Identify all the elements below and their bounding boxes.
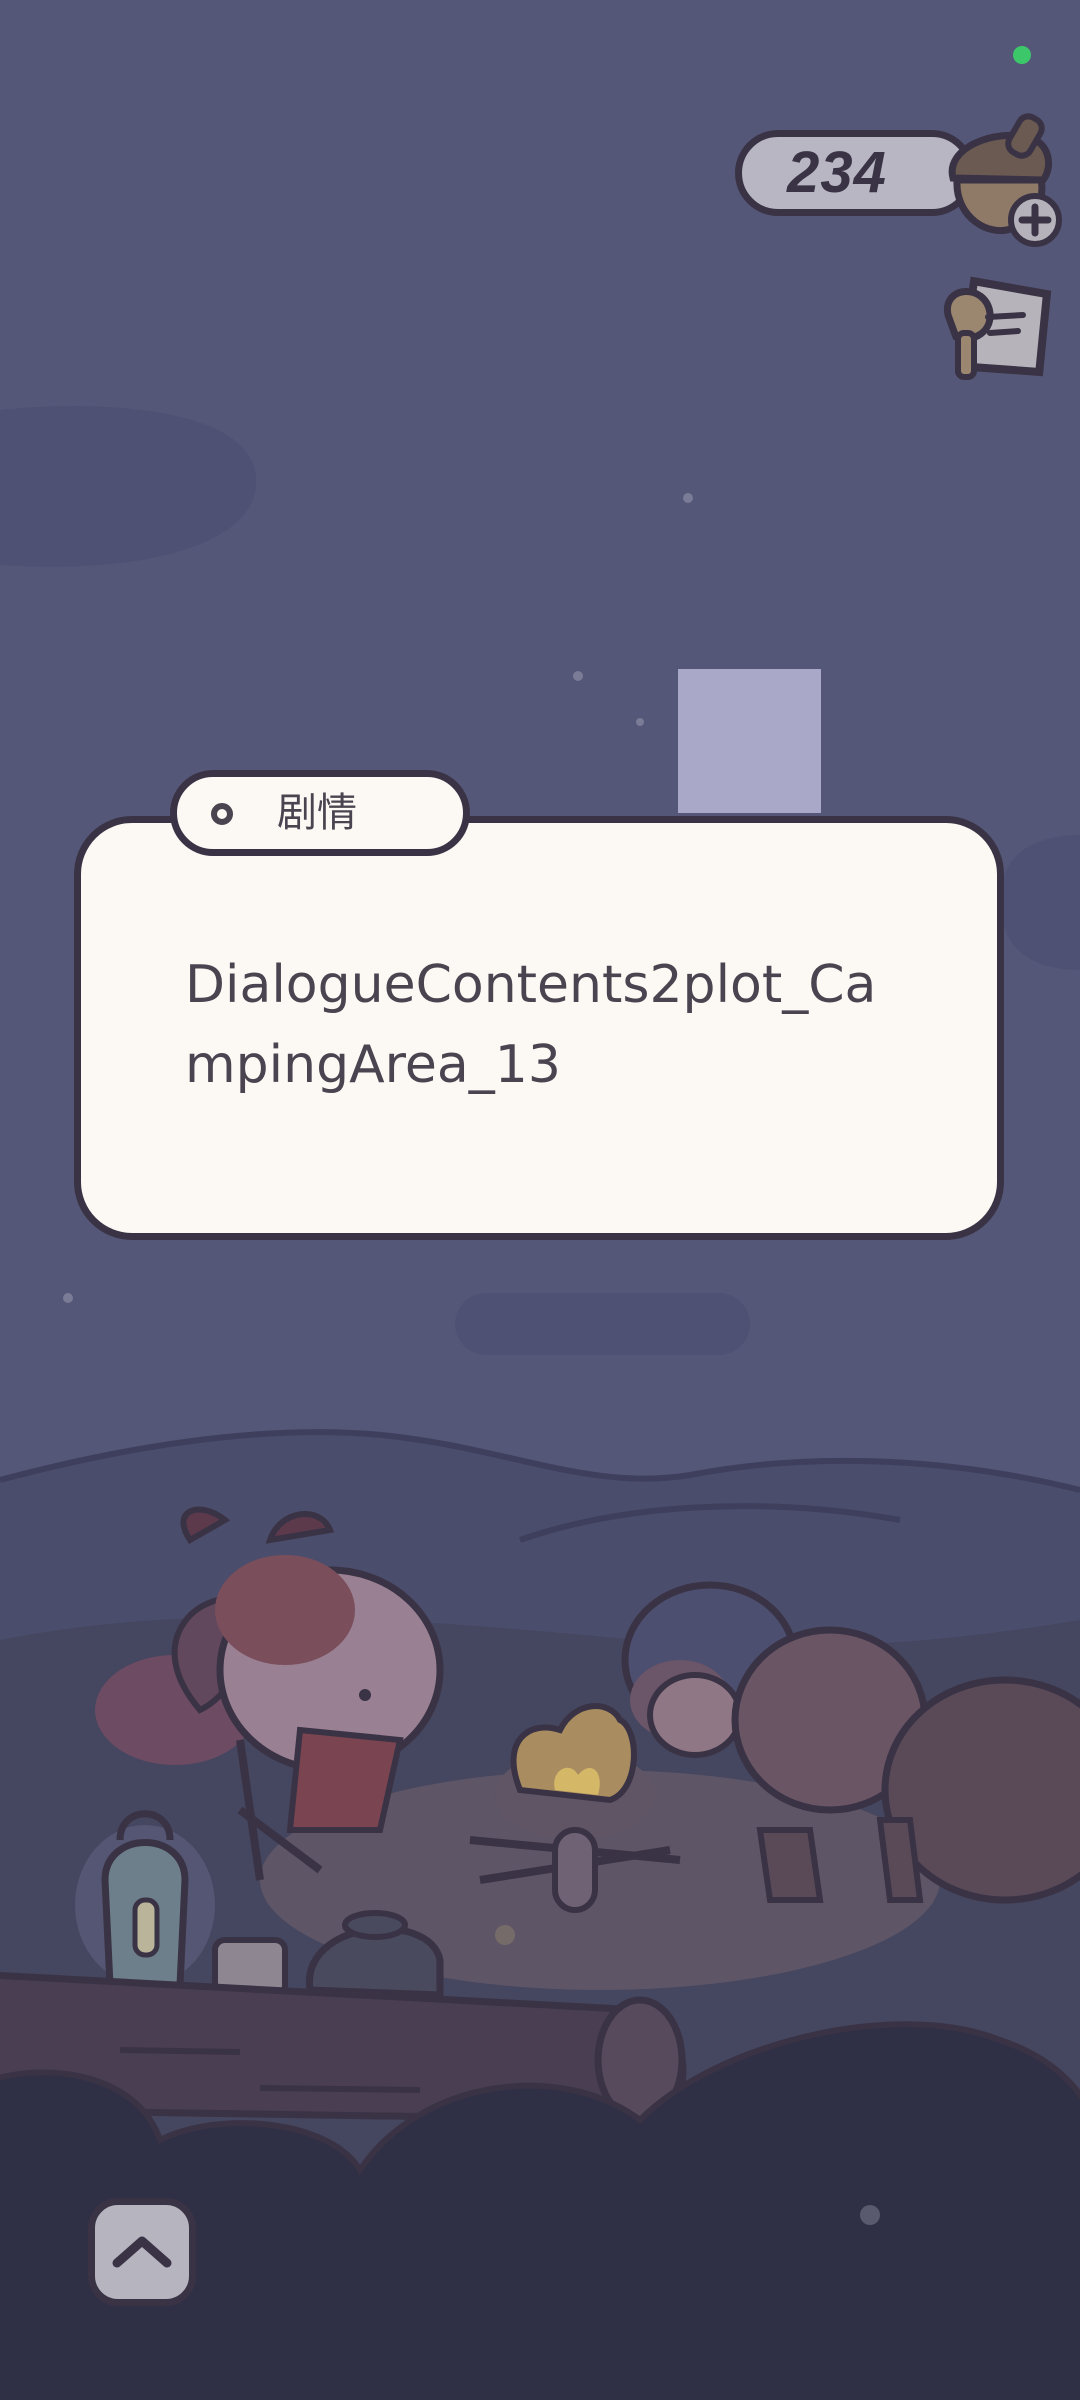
- acorn-plus-icon[interactable]: [935, 108, 1065, 248]
- placeholder-block: [678, 669, 821, 813]
- bulletin-sign-icon[interactable]: [928, 265, 1058, 395]
- chevron-up-icon: [112, 2236, 172, 2268]
- ring-icon: [211, 803, 233, 825]
- dialogue-text: DialogueContents2plot_CampingArea_13: [185, 955, 877, 1095]
- dialogue-category-label: 剧情: [277, 790, 357, 836]
- acorn-count: 234: [787, 140, 887, 205]
- cloud: [455, 1293, 750, 1355]
- status-indicator-dot: [1013, 46, 1031, 64]
- expand-button[interactable]: [88, 2198, 196, 2306]
- dialogue-category-tab: 剧情: [170, 770, 470, 856]
- dialogue-box[interactable]: DialogueContents2plot_CampingArea_13: [74, 816, 1004, 1240]
